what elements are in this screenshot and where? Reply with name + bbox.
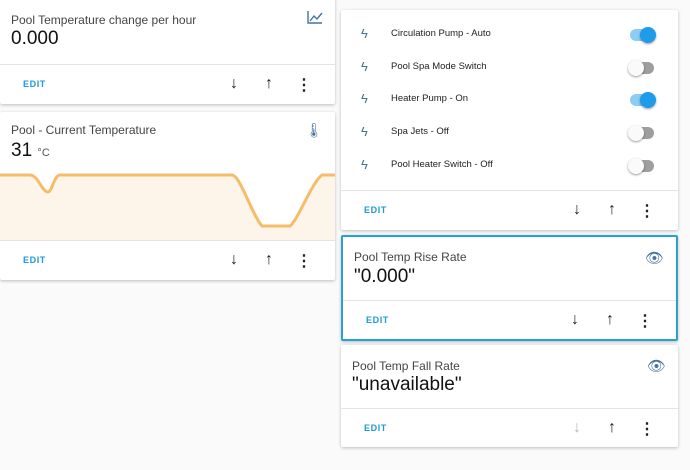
card-fall-rate: Pool Temp Fall Rate "unavailable" 👁 EDIT… <box>341 345 678 447</box>
card-temp-change: Pool Temperature change per hour 0.000 E… <box>0 0 335 104</box>
card-state: 0.000 <box>11 28 59 49</box>
card-state: 31 °C <box>11 140 50 162</box>
card-actions: EDIT ↓ ↑ ⋮ <box>341 190 678 230</box>
toggle[interactable] <box>630 27 656 43</box>
card-state: "unavailable" <box>352 374 462 395</box>
switch-row: ϟ Circulation Pump - Auto <box>341 19 678 51</box>
edit-button[interactable]: EDIT <box>23 255 46 265</box>
more-menu-button[interactable]: ⋮ <box>638 201 656 221</box>
switch-row: ϟ Heater Pump - On <box>341 84 678 116</box>
temp-unit: °C <box>37 147 50 159</box>
card-title: Pool Temp Rise Rate <box>354 250 467 264</box>
edit-button[interactable]: EDIT <box>364 423 387 433</box>
card-actions: EDIT ↓ ↑ ⋮ <box>0 240 335 280</box>
flash-icon: ϟ <box>361 157 368 172</box>
edit-button[interactable]: EDIT <box>366 315 389 325</box>
more-menu-button[interactable]: ⋮ <box>638 419 656 439</box>
more-menu-button[interactable]: ⋮ <box>295 75 313 95</box>
move-down-button[interactable]: ↓ <box>225 251 243 269</box>
switch-row: ϟ Pool Heater Switch - Off <box>341 150 678 182</box>
thermometer-icon: 🌡 <box>305 122 323 138</box>
move-up-button[interactable]: ↑ <box>603 419 621 437</box>
card-actions: EDIT ↓ ↑ ⋮ <box>0 64 335 104</box>
switch-label: Heater Pump - On <box>391 93 469 104</box>
flash-icon: ϟ <box>361 124 368 139</box>
card-actions: EDIT ↓ ↑ ⋮ <box>341 408 678 448</box>
move-up-button[interactable]: ↑ <box>601 311 619 329</box>
card-rise-rate: Pool Temp Rise Rate "0.000" 👁 EDIT ↓ ↑ ⋮ <box>341 235 678 341</box>
card-actions: EDIT ↓ ↑ ⋮ <box>343 300 676 340</box>
card-state: "0.000" <box>354 266 416 287</box>
temp-value: 31 <box>11 140 33 161</box>
more-menu-button[interactable]: ⋮ <box>636 311 654 331</box>
switch-row: ϟ Spa Jets - Off <box>341 117 678 149</box>
card-switches: ϟ Circulation Pump - Auto ϟ Pool Spa Mode … <box>341 10 678 230</box>
flash-icon: ϟ <box>361 26 368 41</box>
toggle[interactable] <box>628 125 654 141</box>
card-title: Pool Temp Fall Rate <box>352 359 460 373</box>
eye-icon: 👁 <box>646 358 666 375</box>
eye-icon: 👁 <box>644 250 664 267</box>
temperature-graph <box>0 173 335 240</box>
move-down-button[interactable]: ↓ <box>568 201 586 219</box>
flash-icon: ϟ <box>361 59 368 74</box>
toggle[interactable] <box>630 92 656 108</box>
more-menu-button[interactable]: ⋮ <box>295 251 313 271</box>
chart-line-icon <box>307 10 323 27</box>
move-down-button[interactable]: ↓ <box>566 311 584 329</box>
toggle[interactable] <box>628 158 654 174</box>
flash-icon: ϟ <box>361 91 368 106</box>
move-down-button[interactable]: ↓ <box>568 419 586 437</box>
switch-label: Pool Spa Mode Switch <box>391 61 487 72</box>
move-up-button[interactable]: ↑ <box>260 75 278 93</box>
move-up-button[interactable]: ↑ <box>260 251 278 269</box>
edit-button[interactable]: EDIT <box>23 79 46 89</box>
card-title: Pool - Current Temperature <box>11 123 157 137</box>
switch-label: Spa Jets - Off <box>391 126 449 137</box>
card-title: Pool Temperature change per hour <box>11 13 197 27</box>
toggle[interactable] <box>628 60 654 76</box>
card-current-temp: Pool - Current Temperature 31 °C 🌡 EDIT … <box>0 112 335 280</box>
switch-label: Circulation Pump - Auto <box>391 28 491 39</box>
switch-label: Pool Heater Switch - Off <box>391 159 493 170</box>
move-up-button[interactable]: ↑ <box>603 201 621 219</box>
switch-row: ϟ Pool Spa Mode Switch <box>341 52 678 84</box>
move-down-button[interactable]: ↓ <box>225 75 243 93</box>
edit-button[interactable]: EDIT <box>364 205 387 215</box>
